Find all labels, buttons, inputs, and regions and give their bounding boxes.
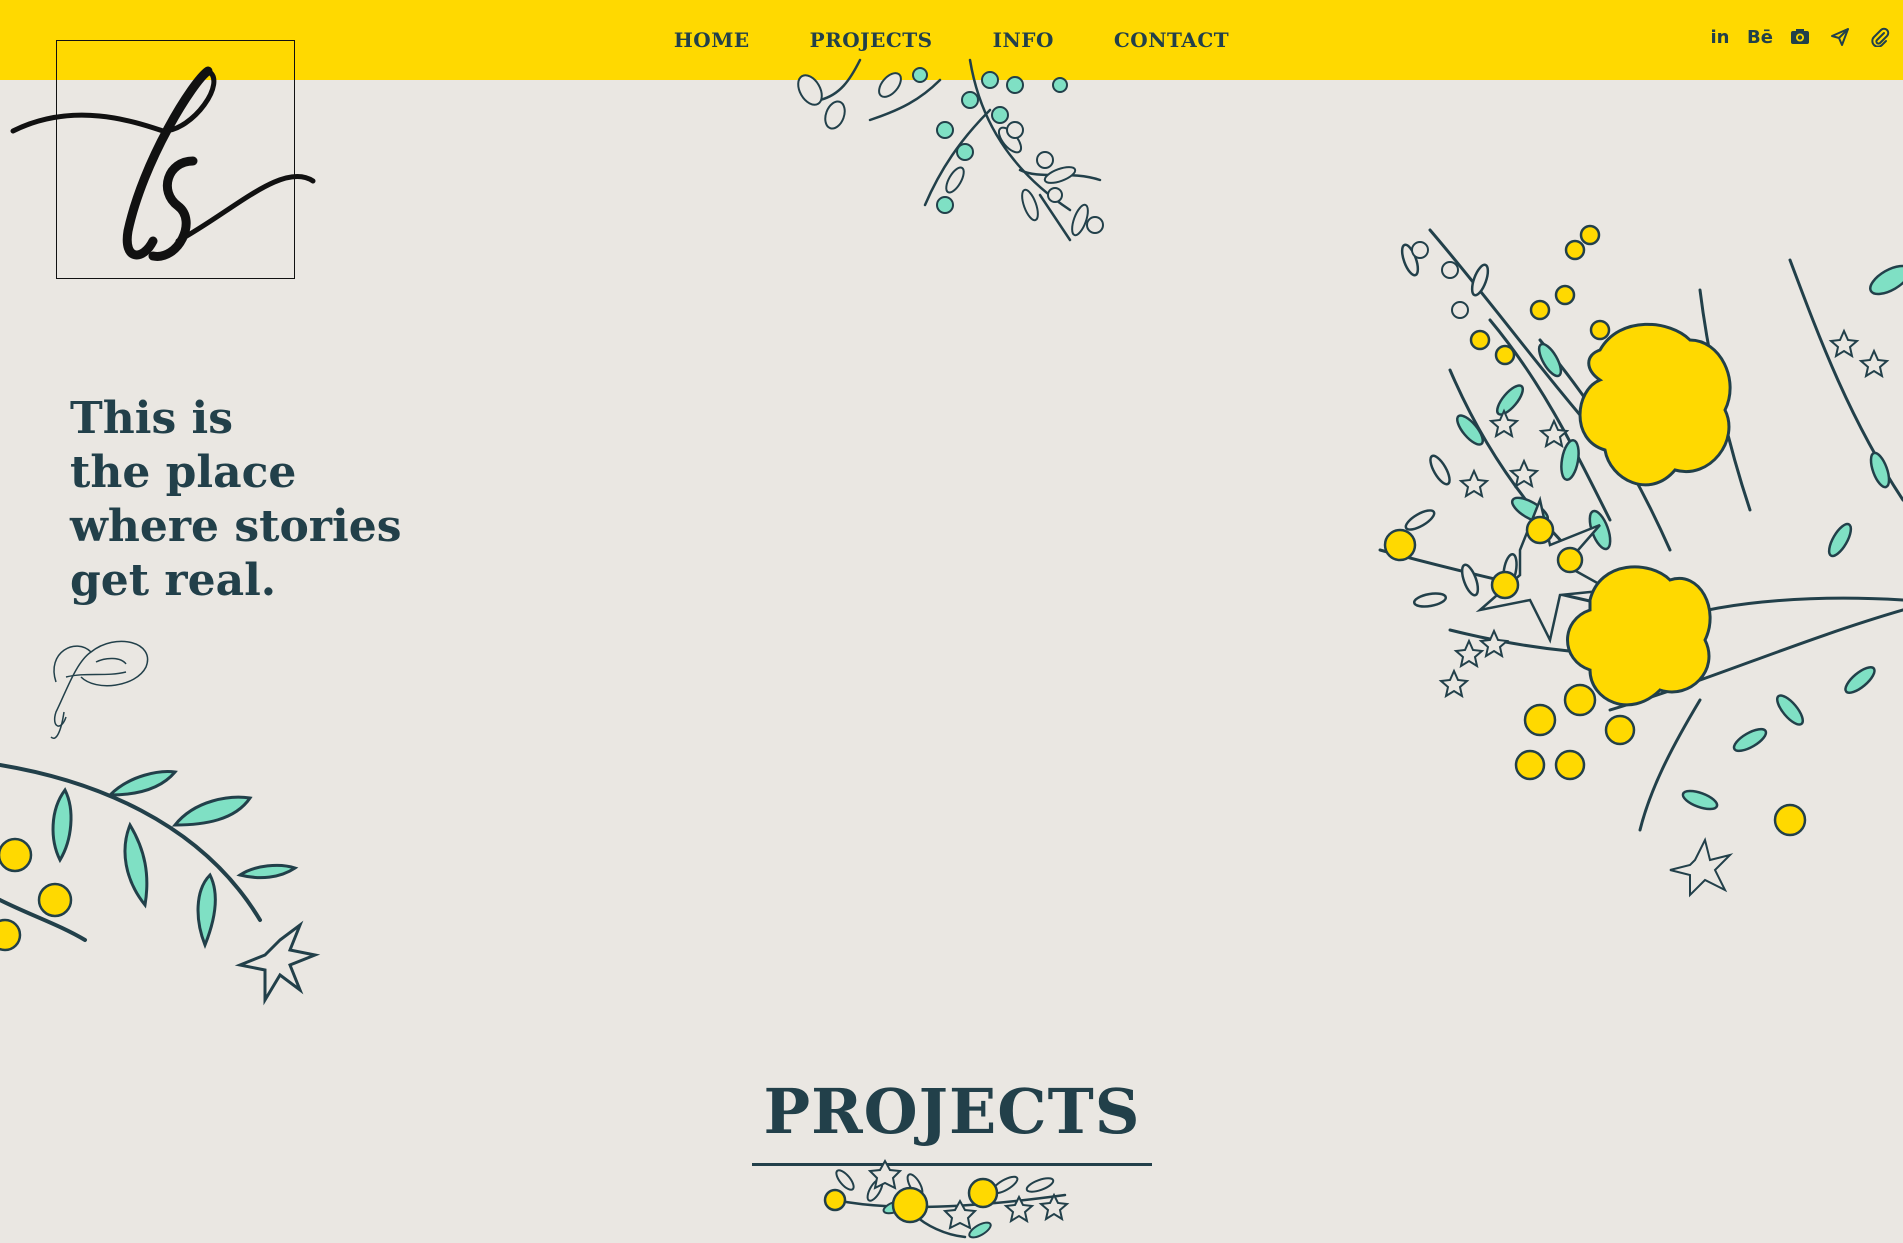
nav-home[interactable]: HOME <box>674 28 750 52</box>
page: HOME PROJECTS INFO CONTACT in Bē This is… <box>0 0 1903 1243</box>
send-icon[interactable] <box>1829 26 1851 48</box>
signature-mark <box>50 640 149 739</box>
camera-icon[interactable] <box>1789 26 1811 48</box>
attachment-icon[interactable] <box>1869 26 1891 48</box>
tagline-line-4: get real. <box>70 555 277 606</box>
logo-script <box>10 66 316 261</box>
nav-info[interactable]: INFO <box>993 28 1054 52</box>
tagline-line-1: This is <box>70 393 234 444</box>
tagline-line-2: the place <box>70 447 297 498</box>
hero-tagline: This is the place where stories get real… <box>70 392 470 608</box>
floral-top-center <box>797 58 1104 242</box>
site-logo[interactable] <box>10 40 316 279</box>
social-links: in Bē <box>1709 26 1891 48</box>
behance-icon[interactable]: Bē <box>1747 26 1773 48</box>
tagline-line-3: where stories <box>70 501 402 552</box>
floral-divider-ornament <box>823 1158 1070 1239</box>
nav-contact[interactable]: CONTACT <box>1114 28 1229 52</box>
floral-left-branch <box>0 763 321 1006</box>
linkedin-icon[interactable]: in <box>1709 26 1731 48</box>
nav-projects[interactable]: PROJECTS <box>810 28 933 52</box>
projects-heading: PROJECTS <box>763 1075 1141 1148</box>
floral-right-bouquet <box>1378 224 1903 898</box>
